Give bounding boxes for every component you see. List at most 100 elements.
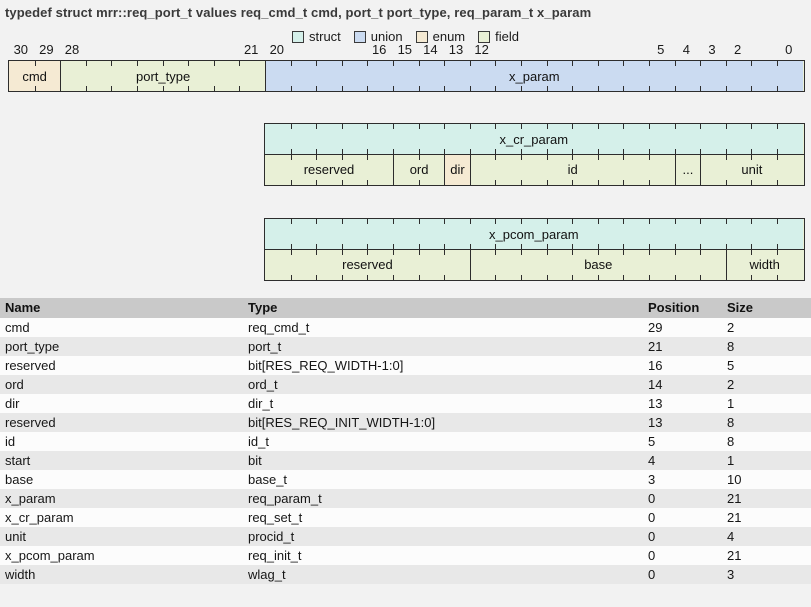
bit-tick [572,86,573,91]
bit-tick [572,155,573,160]
bit-tick [572,275,573,280]
table-row-x_param: x_paramreq_param_t021 [0,489,811,508]
bit-tick [521,155,522,160]
register-x_cr_param: x_cr_paramreservedorddirid...unit [264,123,805,190]
bit-tick [547,124,548,129]
position-cell: 3 [648,470,727,489]
table-row-port_type: port_typeport_t218 [0,337,811,356]
bit-tick [495,61,496,66]
bit-tick [675,61,676,66]
bit-tick [367,250,368,255]
column-header-type: Type [248,298,648,318]
register-row: reservedorddirid...unit [264,154,805,186]
bit-tick [291,124,292,129]
bit-tick [342,275,343,280]
position-cell: 5 [648,432,727,451]
bit-tick [547,250,548,255]
bit-tick [700,124,701,129]
bit-tick [675,124,676,129]
bit-tick [572,180,573,185]
bit-tick [598,61,599,66]
bit-tick [623,155,624,160]
bit-tick [111,61,112,66]
bit-tick [521,61,522,66]
bit-number-20: 20 [264,42,290,58]
position-cell: 0 [648,565,727,584]
bit-tick [35,61,36,66]
bit-tick [495,155,496,160]
register-row: x_cr_param [264,123,805,155]
type-cell: bit[RES_REQ_WIDTH-1:0] [248,356,648,375]
bit-tick [598,275,599,280]
bit-tick [623,219,624,224]
bit-tick [547,219,548,224]
register-x_pcom_param: x_pcom_paramreservedbasewidth [264,218,805,285]
position-cell: 14 [648,375,727,394]
bit-tick [700,275,701,280]
table-row-start: startbit41 [0,451,811,470]
bit-tick [751,86,752,91]
bit-tick [726,219,727,224]
position-cell: 0 [648,527,727,546]
bit-tick [700,86,701,91]
bit-tick [726,86,727,91]
name-cell: width [0,565,248,584]
type-cell: id_t [248,432,648,451]
bit-tick [342,219,343,224]
bit-tick [419,219,420,224]
bit-tick [316,180,317,185]
bit-tick [649,250,650,255]
bit-tick [521,250,522,255]
size-cell: 2 [727,375,811,394]
type-cell: req_set_t [248,508,648,527]
bit-tick [393,61,394,66]
bit-tick [700,219,701,224]
bit-tick [188,86,189,91]
position-cell: 0 [648,508,727,527]
bit-tick [444,250,445,255]
bit-tick [495,219,496,224]
bit-tick [777,250,778,255]
field-x_param: x_param [265,61,803,91]
bit-tick [751,275,752,280]
bitfield-doc-page: typedef struct mrr::req_port_t values re… [0,0,811,607]
bit-tick [419,86,420,91]
bit-tick [367,155,368,160]
type-cell: ord_t [248,375,648,394]
bit-tick [777,180,778,185]
name-cell: cmd [0,318,248,337]
register-row: reservedbasewidth [264,249,805,281]
bit-tick [419,155,420,160]
column-header-position: Position [648,298,727,318]
bit-tick [367,180,368,185]
type-cell: bit[RES_REQ_INIT_WIDTH-1:0] [248,413,648,432]
bit-tick [598,219,599,224]
size-cell: 8 [727,337,811,356]
bit-tick [316,250,317,255]
bit-tick [572,250,573,255]
bit-number-0: 0 [776,42,802,58]
bit-number-12: 12 [469,42,495,58]
bit-tick [598,180,599,185]
name-cell: dir [0,394,248,413]
bit-tick [367,124,368,129]
bit-tick [316,155,317,160]
bit-tick [700,61,701,66]
table-row-reserved: reservedbit[RES_REQ_WIDTH-1:0]165 [0,356,811,375]
bit-tick [521,180,522,185]
bit-tick [342,180,343,185]
bit-tick [239,61,240,66]
size-cell: 8 [727,413,811,432]
size-cell: 21 [727,546,811,565]
bit-tick [367,275,368,280]
table-row-x_cr_param: x_cr_paramreq_set_t021 [0,508,811,527]
bit-tick [649,86,650,91]
name-cell: port_type [0,337,248,356]
bit-tick [393,250,394,255]
bit-tick [649,219,650,224]
bit-tick [495,124,496,129]
name-cell: start [0,451,248,470]
bit-tick [547,86,548,91]
bit-tick [291,219,292,224]
bit-tick [675,86,676,91]
